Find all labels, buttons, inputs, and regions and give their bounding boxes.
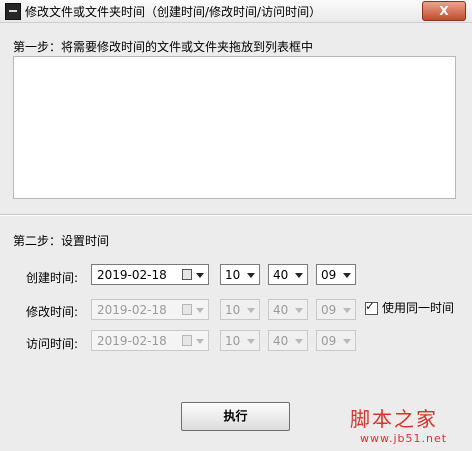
chevron-down-icon bbox=[196, 273, 204, 278]
create-minute-value: 40 bbox=[273, 268, 289, 282]
access-second-value: 09 bbox=[321, 334, 337, 348]
chevron-down-icon bbox=[295, 273, 303, 278]
modify-second-select[interactable]: 09 bbox=[316, 299, 356, 320]
watermark-url: www.jb51.net bbox=[360, 432, 448, 445]
create-date-picker[interactable]: 2019-02-18 bbox=[91, 264, 209, 285]
chevron-down-icon bbox=[247, 273, 255, 278]
create-hour-value: 10 bbox=[225, 268, 241, 282]
calendar-icon bbox=[182, 304, 192, 315]
chevron-down-icon bbox=[196, 339, 204, 344]
access-date-picker[interactable]: 2019-02-18 bbox=[91, 330, 209, 351]
modify-minute-select[interactable]: 40 bbox=[268, 299, 308, 320]
access-hour-value: 10 bbox=[225, 334, 241, 348]
window-title: 修改文件或文件夹时间（创建时间/修改时间/访问时间） bbox=[25, 5, 322, 19]
section-divider bbox=[0, 214, 472, 216]
modify-hour-select[interactable]: 10 bbox=[220, 299, 260, 320]
app-icon bbox=[5, 3, 21, 20]
chevron-down-icon bbox=[295, 339, 303, 344]
chevron-down-icon bbox=[295, 308, 303, 313]
create-date-value: 2019-02-18 bbox=[97, 268, 167, 282]
calendar-icon bbox=[182, 335, 192, 346]
checkmark-icon: ✓ bbox=[365, 299, 376, 313]
run-button[interactable]: 执行 bbox=[181, 402, 290, 431]
chevron-down-icon bbox=[343, 308, 351, 313]
chevron-down-icon bbox=[343, 273, 351, 278]
watermark-logo: 脚本之家 bbox=[350, 407, 438, 431]
modify-minute-value: 40 bbox=[273, 303, 289, 317]
access-minute-value: 40 bbox=[273, 334, 289, 348]
modify-date-value: 2019-02-18 bbox=[97, 303, 167, 317]
watermark: 脚本之家 www.jb51.net bbox=[340, 403, 470, 449]
calendar-icon bbox=[182, 269, 192, 280]
create-second-value: 09 bbox=[321, 268, 337, 282]
step2-label: 第二步：设置时间 bbox=[13, 234, 110, 248]
modify-time-label: 修改时间: bbox=[26, 305, 79, 319]
file-list-box[interactable] bbox=[13, 56, 456, 199]
create-hour-select[interactable]: 10 bbox=[220, 264, 260, 285]
title-bar: 修改文件或文件夹时间（创建时间/修改时间/访问时间） X bbox=[0, 0, 472, 23]
access-date-value: 2019-02-18 bbox=[97, 334, 167, 348]
chevron-down-icon bbox=[343, 339, 351, 344]
access-minute-select[interactable]: 40 bbox=[268, 330, 308, 351]
chevron-down-icon bbox=[196, 308, 204, 313]
modify-date-picker[interactable]: 2019-02-18 bbox=[91, 299, 209, 320]
modify-hour-value: 10 bbox=[225, 303, 241, 317]
create-time-label: 创建时间: bbox=[26, 271, 79, 285]
modify-second-value: 09 bbox=[321, 303, 337, 317]
chevron-down-icon bbox=[247, 308, 255, 313]
access-time-label: 访问时间: bbox=[26, 337, 79, 351]
create-minute-select[interactable]: 40 bbox=[268, 264, 308, 285]
same-time-checkbox[interactable]: ✓ bbox=[365, 299, 378, 315]
access-second-select[interactable]: 09 bbox=[316, 330, 356, 351]
chevron-down-icon bbox=[247, 339, 255, 344]
same-time-label[interactable]: 使用同一时间 bbox=[382, 299, 454, 316]
close-button[interactable]: X bbox=[422, 1, 466, 21]
access-hour-select[interactable]: 10 bbox=[220, 330, 260, 351]
step1-label: 第一步：将需要修改时间的文件或文件夹拖放到列表框中 bbox=[13, 40, 314, 54]
create-second-select[interactable]: 09 bbox=[316, 264, 356, 285]
close-icon: X bbox=[439, 4, 449, 18]
